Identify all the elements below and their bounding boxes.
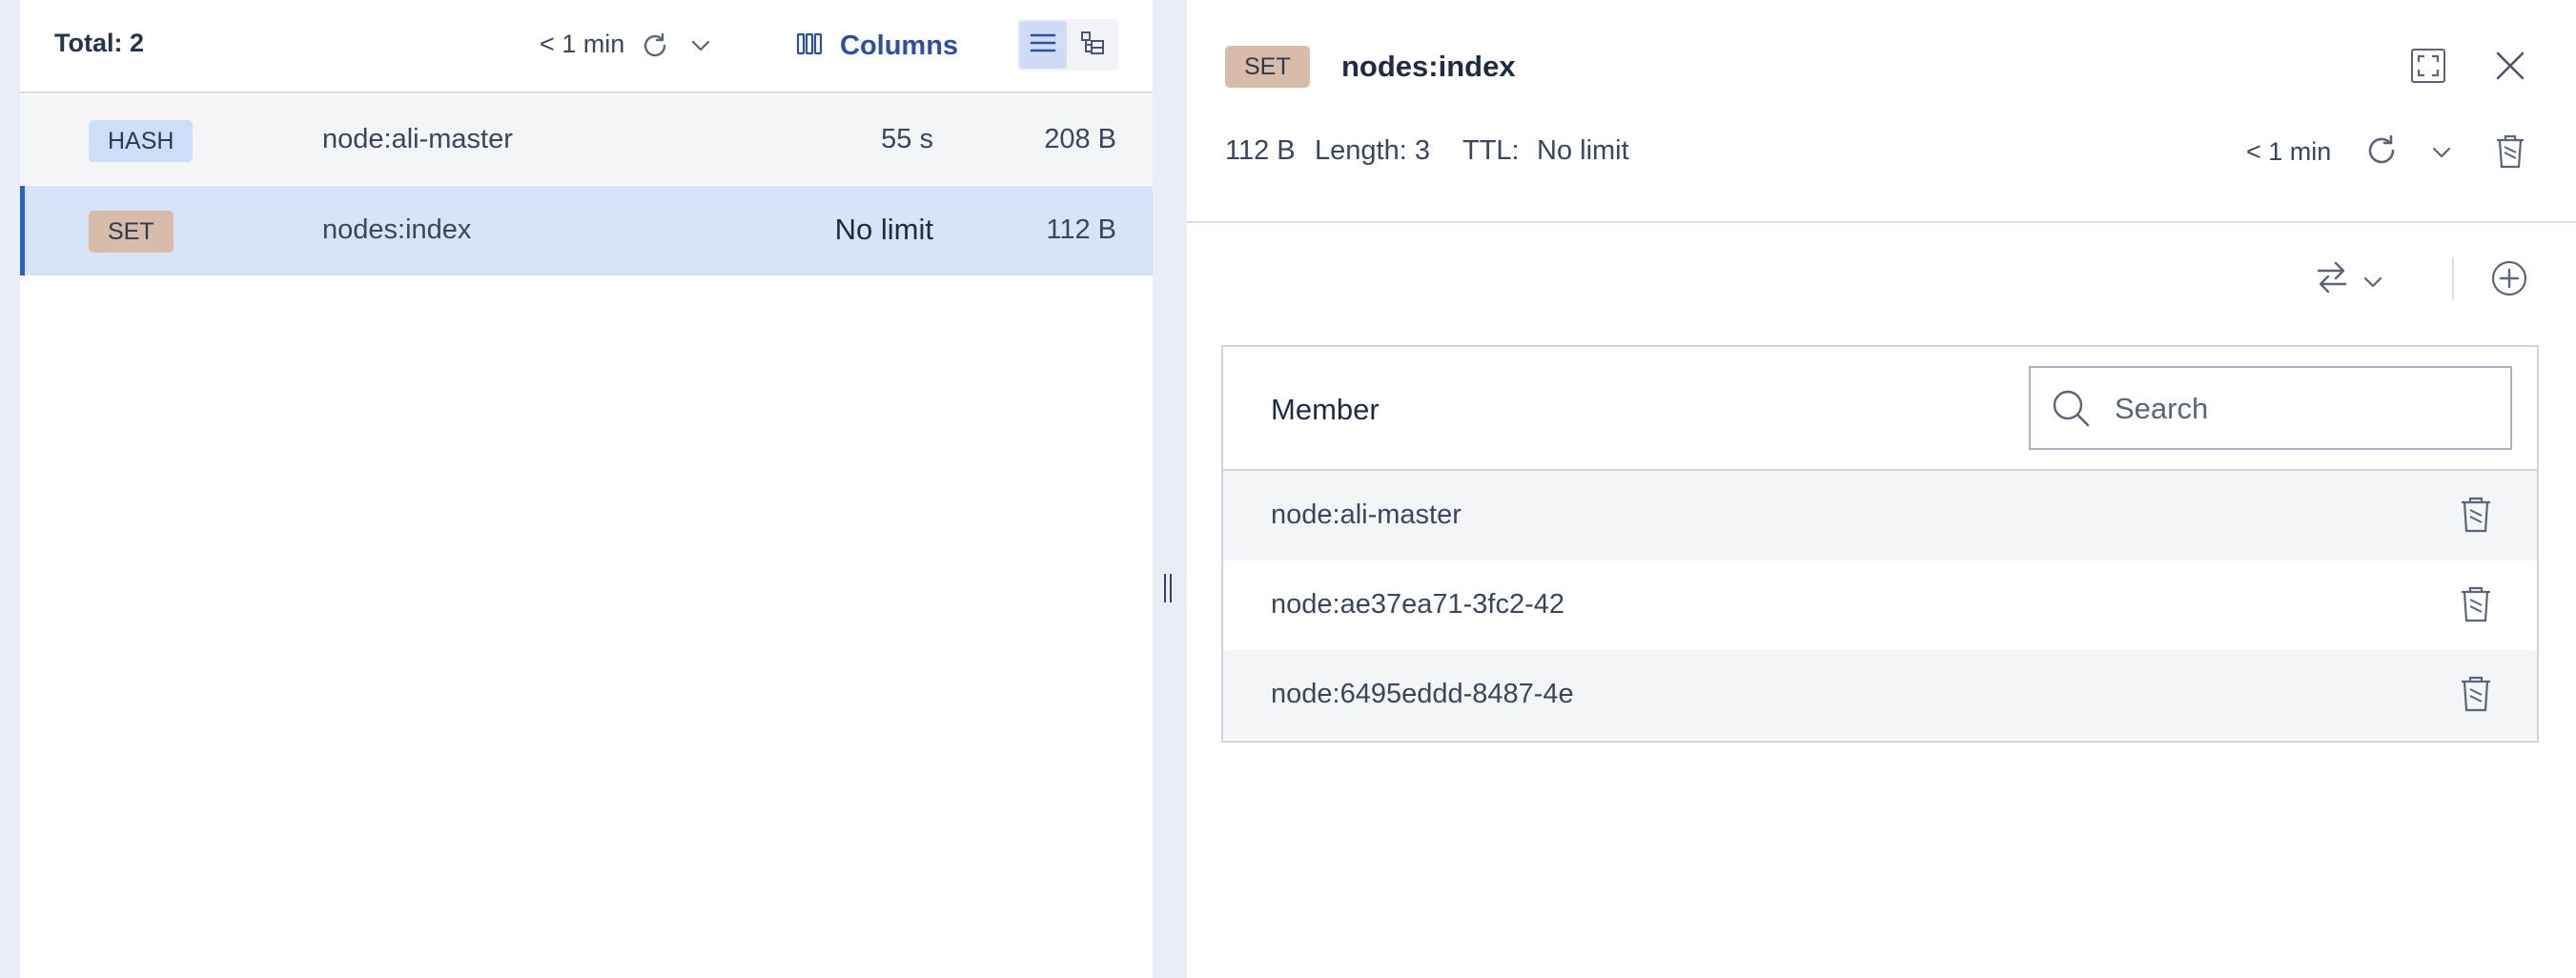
search-input[interactable]: [2115, 389, 2496, 429]
type-badge-hash: HASH: [89, 120, 194, 162]
last-refresh-label: < 1 min: [2246, 137, 2332, 166]
plus-circle-icon[interactable]: [2490, 259, 2528, 297]
swap-arrows-icon[interactable]: [2315, 259, 2349, 295]
trash-icon[interactable]: [2459, 496, 2493, 534]
key-row-set-selected[interactable]: SET nodes:index No limit 112 B: [20, 186, 1153, 275]
view-toggle: [1017, 19, 1118, 71]
member-value: node:ali-master: [1271, 499, 1462, 530]
trash-icon[interactable]: [2495, 133, 2525, 170]
search-icon: [2052, 389, 2092, 429]
chevron-down-icon[interactable]: [2431, 145, 2452, 160]
member-value: node:6495eddd-8487-4e: [1271, 679, 1574, 709]
tree-view-icon: [1080, 31, 1105, 60]
chevron-down-icon[interactable]: [690, 38, 711, 53]
key-name: nodes:index: [322, 214, 472, 245]
key-ttl: No limit: [834, 213, 933, 246]
key-size: 208 B: [1044, 124, 1116, 154]
key-size-label: 112 B: [1225, 135, 1296, 166]
key-name-title[interactable]: nodes:index: [1341, 50, 1516, 84]
key-ttl: 55 s: [881, 124, 933, 154]
list-view-button[interactable]: [1019, 21, 1067, 69]
member-row[interactable]: node:ae37ea71-3fc2-42: [1223, 560, 2537, 650]
ttl-value[interactable]: No limit: [1537, 135, 1629, 167]
toolbar-separator: [2452, 257, 2454, 299]
member-row[interactable]: node:ali-master: [1223, 471, 2537, 560]
refresh-icon[interactable]: [2363, 132, 2400, 169]
key-list-panel: Total: 2 < 1 min Columns HASH node:ali-m…: [20, 0, 1153, 978]
member-search[interactable]: [2029, 366, 2512, 450]
close-icon[interactable]: [2495, 51, 2525, 81]
key-details-panel: SET nodes:index 112 B Length: 3 TTL: No …: [1187, 0, 2576, 978]
total-keys-label: Total: 2: [54, 29, 144, 57]
ttl-label: TTL:: [1462, 135, 1520, 166]
panel-resizer[interactable]: [1153, 0, 1187, 978]
members-table-header: Member: [1223, 347, 2537, 471]
drag-handle-icon[interactable]: [1162, 572, 1174, 604]
member-column-header: Member: [1271, 393, 1380, 426]
key-list-header: Total: 2 < 1 min Columns: [20, 0, 1153, 93]
member-row[interactable]: node:6495eddd-8487-4e: [1223, 650, 2537, 740]
list-view-icon: [1030, 31, 1056, 59]
key-size: 112 B: [1046, 214, 1116, 245]
trash-icon[interactable]: [2459, 585, 2493, 623]
columns-icon: [796, 31, 823, 61]
last-refresh-label: < 1 min: [540, 30, 625, 58]
key-row-hash[interactable]: HASH node:ali-master 55 s 208 B: [20, 95, 1153, 185]
columns-label: Columns: [840, 30, 959, 61]
key-length-label: Length: 3: [1315, 135, 1430, 166]
key-name: node:ali-master: [322, 124, 513, 154]
members-table: Member node:ali-master node:ae37ea71-3fc…: [1221, 345, 2539, 743]
tree-view-button[interactable]: [1069, 21, 1116, 69]
key-details-header: SET nodes:index 112 B Length: 3 TTL: No …: [1187, 0, 2576, 223]
columns-button[interactable]: Columns: [796, 21, 958, 71]
type-badge-set: SET: [89, 211, 174, 253]
fullscreen-icon[interactable]: [2410, 48, 2446, 84]
trash-icon[interactable]: [2459, 675, 2493, 713]
key-type-badge: SET: [1225, 46, 1310, 88]
member-value: node:ae37ea71-3fc2-42: [1271, 589, 1564, 620]
refresh-icon[interactable]: [640, 31, 670, 61]
chevron-down-icon[interactable]: [2362, 275, 2383, 290]
